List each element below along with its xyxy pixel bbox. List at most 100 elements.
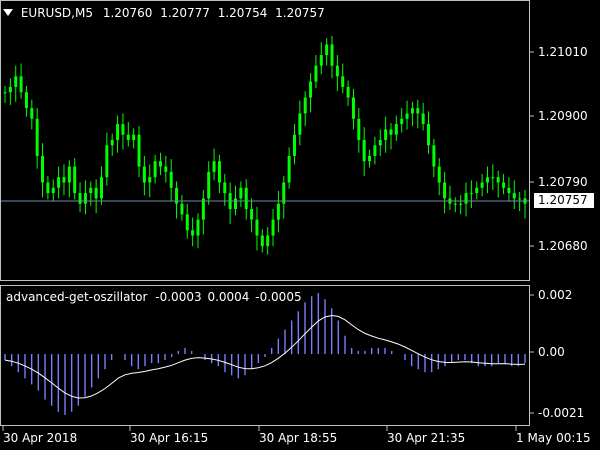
price-pane[interactable] <box>3 35 527 255</box>
price-axis-label: 1.20790 <box>538 175 588 189</box>
price-axis-label: 1.20900 <box>538 109 588 123</box>
price-candle <box>51 179 55 202</box>
price-candle <box>89 181 93 206</box>
price-candle <box>207 161 211 205</box>
price-candle <box>432 138 436 178</box>
price-candle <box>94 179 98 214</box>
price-candle <box>239 181 243 207</box>
price-candle <box>250 198 254 233</box>
price-axis-label: 1.21010 <box>538 45 588 59</box>
price-candle <box>507 177 511 202</box>
price-candle <box>330 35 334 79</box>
price-candle <box>14 65 18 102</box>
price-candle <box>266 227 270 255</box>
price-candle <box>35 108 39 169</box>
price-candle <box>116 115 120 153</box>
price-candle <box>518 192 522 212</box>
price-candle <box>41 143 45 198</box>
price-candle <box>459 195 463 215</box>
price-candle <box>346 80 350 107</box>
price-candle <box>105 132 109 186</box>
current-price-tag: 1.20757 <box>534 193 594 208</box>
price-candle <box>421 102 425 131</box>
price-candle <box>443 171 447 214</box>
price-candle <box>73 158 77 200</box>
price-candle <box>416 99 420 129</box>
price-candle <box>137 126 141 178</box>
low-value: 1.20754 <box>217 6 268 20</box>
price-candle <box>169 159 173 201</box>
time-axis-label: 30 Apr 16:15 <box>130 431 209 445</box>
indicator-value: -0.0003 <box>155 290 202 304</box>
price-axis-label: 1.20680 <box>538 239 588 253</box>
price-candle <box>83 180 87 215</box>
price-candle <box>496 170 500 198</box>
symbol-label: EURUSD,M5 <box>20 6 93 20</box>
price-candle <box>357 108 361 153</box>
price-candle <box>287 147 291 189</box>
price-candle <box>99 166 103 205</box>
time-axis-label: 30 Apr 21:35 <box>387 431 466 445</box>
price-candle <box>523 189 527 219</box>
price-candle <box>110 133 114 156</box>
oscillator-axis-label: -0.0021 <box>538 406 585 420</box>
price-candle <box>148 164 152 198</box>
price-candle <box>298 100 302 146</box>
price-candle <box>282 176 286 219</box>
chart-canvas[interactable] <box>0 0 600 450</box>
price-candle <box>341 63 345 94</box>
price-candle <box>153 154 157 184</box>
price-candle <box>196 213 200 249</box>
price-candle <box>185 203 189 239</box>
price-candle <box>469 180 473 208</box>
price-candle <box>437 158 441 196</box>
price-candle <box>46 176 50 200</box>
price-candle <box>201 189 205 235</box>
price-candle <box>368 149 372 168</box>
price-candle <box>362 127 366 177</box>
price-candle <box>373 136 377 165</box>
price-candle <box>485 166 489 194</box>
price-candle <box>480 173 484 197</box>
price-candle <box>19 63 23 99</box>
price-candle <box>255 206 259 251</box>
price-candle <box>121 113 125 150</box>
price-candle <box>24 85 28 117</box>
sort-down-triangle-icon[interactable] <box>3 9 13 16</box>
price-candle <box>384 116 388 153</box>
price-candle <box>394 115 398 142</box>
price-candle <box>351 89 355 130</box>
price-candle <box>512 180 516 209</box>
price-candle <box>212 148 216 181</box>
price-candle <box>180 195 184 221</box>
high-value: 1.20777 <box>160 6 210 20</box>
price-candle <box>191 217 195 247</box>
price-candle <box>217 154 221 194</box>
price-candle <box>475 181 479 200</box>
price-candle <box>378 129 382 156</box>
price-candle <box>491 164 495 190</box>
price-axis-ticks <box>530 51 534 414</box>
price-candle <box>228 182 232 224</box>
price-candle <box>303 91 307 127</box>
indicator-value: -0.0005 <box>255 290 302 304</box>
oscillator-pane[interactable] <box>4 293 526 415</box>
price-candle <box>62 164 66 196</box>
indicator-value: 0.0004 <box>207 290 250 304</box>
price-candle <box>400 108 404 133</box>
price-candle <box>57 166 61 199</box>
oscillator-axis-label: 0.00 <box>538 345 565 359</box>
price-candle <box>309 73 313 113</box>
price-candle <box>405 100 409 130</box>
price-candle <box>389 123 393 150</box>
close-value: 1.20757 <box>275 6 325 20</box>
open-value: 1.20760 <box>102 6 153 20</box>
price-candle <box>427 111 431 154</box>
price-candle <box>276 190 280 233</box>
time-axis-label: 1 May 00:15 <box>516 431 591 445</box>
indicator-name: advanced-get-oszillator <box>6 290 148 304</box>
price-candle <box>453 197 457 213</box>
price-candle <box>314 55 318 88</box>
price-candle <box>132 128 136 149</box>
price-candle <box>8 78 12 105</box>
